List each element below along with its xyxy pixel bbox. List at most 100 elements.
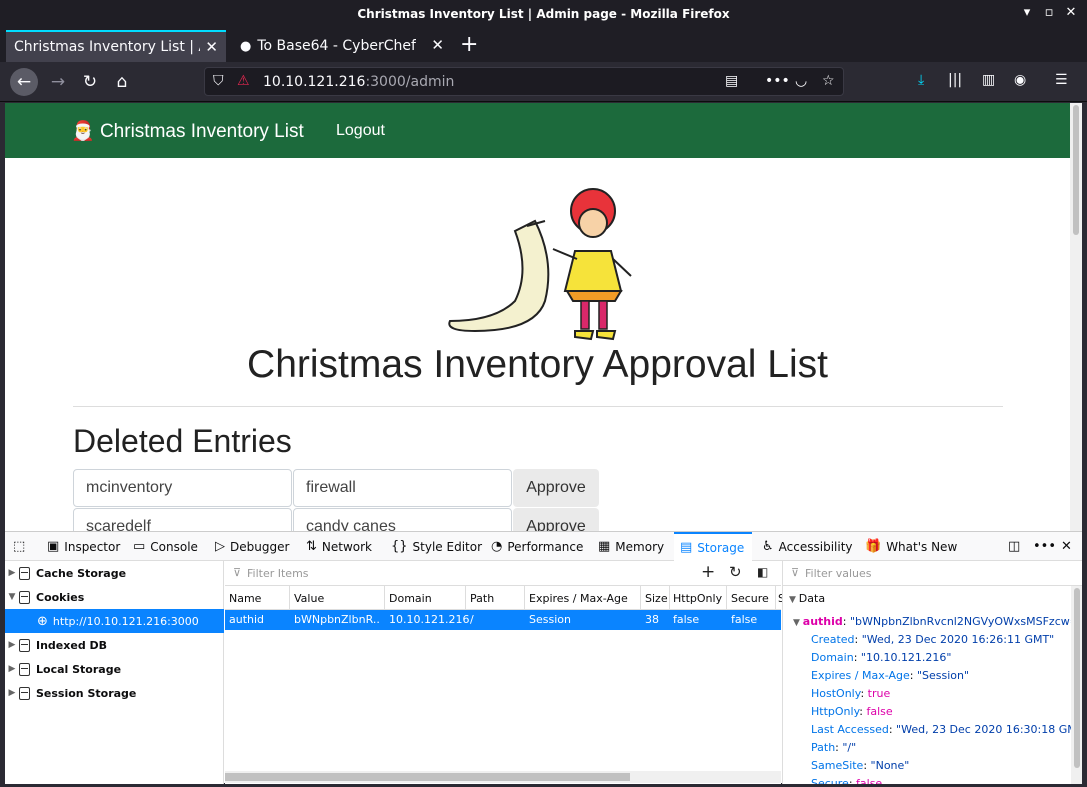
- cell-expires[interactable]: Session: [529, 613, 571, 626]
- cell-size[interactable]: 38: [645, 613, 659, 626]
- expand-arrow-icon[interactable]: ▶: [5, 568, 19, 578]
- devtools-menu-icon[interactable]: •••: [1033, 532, 1056, 561]
- column-header-size[interactable]: Size: [645, 592, 668, 605]
- tab-performance[interactable]: ◔ Performance: [491, 532, 583, 561]
- back-button[interactable]: ←: [10, 68, 38, 96]
- column-header-secure[interactable]: Secure: [731, 592, 769, 605]
- expand-arrow-icon[interactable]: ▶: [5, 640, 19, 650]
- cell-name[interactable]: authid: [229, 613, 264, 626]
- cell-domain[interactable]: 10.10.121.216: [389, 613, 469, 626]
- element-picker-icon[interactable]: ⬚: [13, 532, 25, 561]
- scroll-thumb[interactable]: [1074, 588, 1080, 768]
- collapse-arrow-icon[interactable]: ▼: [789, 595, 799, 605]
- cell-path[interactable]: /: [470, 613, 474, 626]
- bookmark-star-icon[interactable]: ☆: [822, 73, 835, 89]
- site-brand[interactable]: 🎅 Christmas Inventory List: [71, 119, 304, 143]
- data-property[interactable]: HostOnly: true: [811, 687, 890, 700]
- tab-admin-page[interactable]: Christmas Inventory List | Admin page ✕: [6, 30, 226, 62]
- column-header-expires[interactable]: Expires / Max-Age: [529, 592, 628, 605]
- filter-values-input[interactable]: Filter values: [805, 567, 872, 580]
- tab-storage[interactable]: ▤ Storage: [674, 532, 752, 561]
- data-root-entry[interactable]: ▼ authid: "bWNpbnZlbnRvcnl2NGVyOWxsMSFzc…: [793, 615, 1082, 628]
- sidebar-label: Cache Storage: [36, 566, 127, 580]
- data-property[interactable]: Last Accessed: "Wed, 23 Dec 2020 16:30:1…: [811, 723, 1082, 736]
- column-header-domain[interactable]: Domain: [389, 592, 432, 605]
- sidebar-item-cache-storage[interactable]: ▶ Cache Storage: [5, 561, 224, 585]
- logout-link[interactable]: Logout: [336, 122, 385, 140]
- reader-view-icon[interactable]: ▤: [725, 73, 738, 89]
- tab-accessibility[interactable]: ♿ Accessibility: [762, 532, 853, 561]
- data-property[interactable]: Path: "/": [811, 741, 856, 754]
- refresh-icon[interactable]: ↻: [729, 563, 742, 581]
- toggle-sidebar-icon[interactable]: ◧: [757, 565, 768, 579]
- account-icon[interactable]: ◉: [1014, 72, 1026, 88]
- data-property[interactable]: Domain: "10.10.121.216": [811, 651, 952, 664]
- approve-button[interactable]: Approve: [513, 508, 599, 531]
- menu-icon[interactable]: ☰: [1055, 72, 1068, 88]
- cell-httponly[interactable]: false: [673, 613, 699, 626]
- page-scrollbar[interactable]: [1070, 103, 1082, 531]
- tab-console[interactable]: ▭ Console: [133, 532, 198, 561]
- expand-arrow-icon[interactable]: ▶: [5, 664, 19, 674]
- entry-name-field[interactable]: mcinventory: [73, 469, 292, 507]
- insecure-lock-icon[interactable]: ⚠: [237, 73, 250, 89]
- data-section-header[interactable]: ▼ Data: [789, 592, 825, 605]
- sidebar-item-local-storage[interactable]: ▶ Local Storage: [5, 657, 224, 681]
- data-property[interactable]: HttpOnly: false: [811, 705, 893, 718]
- forward-button[interactable]: →: [44, 68, 72, 96]
- downloads-icon[interactable]: ⤓: [918, 72, 924, 88]
- tracking-shield-icon[interactable]: ⛉: [213, 73, 224, 89]
- sidebar-icon[interactable]: ▥: [982, 72, 995, 88]
- tab-style-editor[interactable]: {} Style Editor: [391, 532, 482, 561]
- url-text[interactable]: 10.10.121.216:3000/admin: [263, 74, 454, 90]
- library-icon[interactable]: |||: [948, 72, 962, 88]
- tab-whats-new[interactable]: 🎁 What's New: [865, 532, 957, 561]
- devtools-close-icon[interactable]: ✕: [1061, 532, 1072, 561]
- collapse-arrow-icon[interactable]: ▼: [5, 592, 19, 602]
- cell-value[interactable]: bWNpbnZlbnR...: [294, 613, 380, 626]
- tab-inspector[interactable]: ▣ Inspector: [47, 532, 120, 561]
- table-horizontal-scrollbar[interactable]: [225, 771, 781, 783]
- tab-memory[interactable]: ▦ Memory: [598, 532, 664, 561]
- sidebar-item-indexed-db[interactable]: ▶ Indexed DB: [5, 633, 224, 657]
- cell-secure[interactable]: false: [731, 613, 757, 626]
- home-button[interactable]: ⌂: [108, 68, 136, 96]
- data-scrollbar[interactable]: [1071, 586, 1082, 784]
- tab-cyberchef[interactable]: ● To Base64 - CyberChef ✕: [232, 30, 452, 62]
- maximize-button[interactable]: ▫: [1042, 6, 1056, 20]
- minimize-button[interactable]: ▾: [1020, 6, 1034, 20]
- page-actions-icon[interactable]: •••: [765, 73, 790, 89]
- column-header-httponly[interactable]: HttpOnly: [673, 592, 722, 605]
- tab-debugger[interactable]: ▷ Debugger: [215, 532, 289, 561]
- filter-items-input[interactable]: Filter Items: [247, 567, 309, 580]
- sidebar-item-session-storage[interactable]: ▶ Session Storage: [5, 681, 224, 705]
- data-property[interactable]: SameSite: "None": [811, 759, 909, 772]
- pocket-icon[interactable]: ◡: [795, 73, 807, 89]
- column-header-value[interactable]: Value: [294, 592, 324, 605]
- data-property[interactable]: Secure: false: [811, 777, 882, 784]
- entry-name-field[interactable]: scaredelf: [73, 508, 292, 531]
- sidebar-item-cookie-origin[interactable]: ⊕ http://10.10.121.216:3000: [5, 609, 224, 633]
- data-property[interactable]: Expires / Max-Age: "Session": [811, 669, 969, 682]
- new-tab-button[interactable]: +: [460, 32, 478, 57]
- sidebar-item-cookies[interactable]: ▼ Cookies: [5, 585, 224, 609]
- data-property[interactable]: Created: "Wed, 23 Dec 2020 16:26:11 GMT": [811, 633, 1054, 646]
- reload-button[interactable]: ↻: [76, 68, 104, 96]
- expand-arrow-icon[interactable]: ▶: [5, 688, 19, 698]
- scroll-thumb[interactable]: [1073, 105, 1079, 235]
- add-item-icon[interactable]: +: [701, 562, 715, 582]
- close-window-button[interactable]: ✕: [1064, 6, 1078, 20]
- dock-toggle-icon[interactable]: ◫: [1008, 532, 1020, 561]
- table-row[interactable]: authid bWNpbnZlbnR... 10.10.121.216 / Se…: [225, 610, 781, 630]
- url-bar[interactable]: ⛉ ⚠ 10.10.121.216:3000/admin ▤ ••• ◡ ☆: [204, 67, 844, 96]
- column-header-path[interactable]: Path: [470, 592, 494, 605]
- collapse-arrow-icon[interactable]: ▼: [793, 618, 803, 628]
- column-header-name[interactable]: Name: [229, 592, 261, 605]
- approve-button[interactable]: Approve: [513, 469, 599, 507]
- tab-network[interactable]: ⇅ Network: [306, 532, 372, 561]
- tab-close-icon[interactable]: ✕: [205, 38, 218, 56]
- entry-item-field[interactable]: firewall: [293, 469, 512, 507]
- scroll-thumb[interactable]: [225, 773, 630, 781]
- entry-item-field[interactable]: candy canes: [293, 508, 512, 531]
- tab-close-icon[interactable]: ✕: [431, 36, 444, 54]
